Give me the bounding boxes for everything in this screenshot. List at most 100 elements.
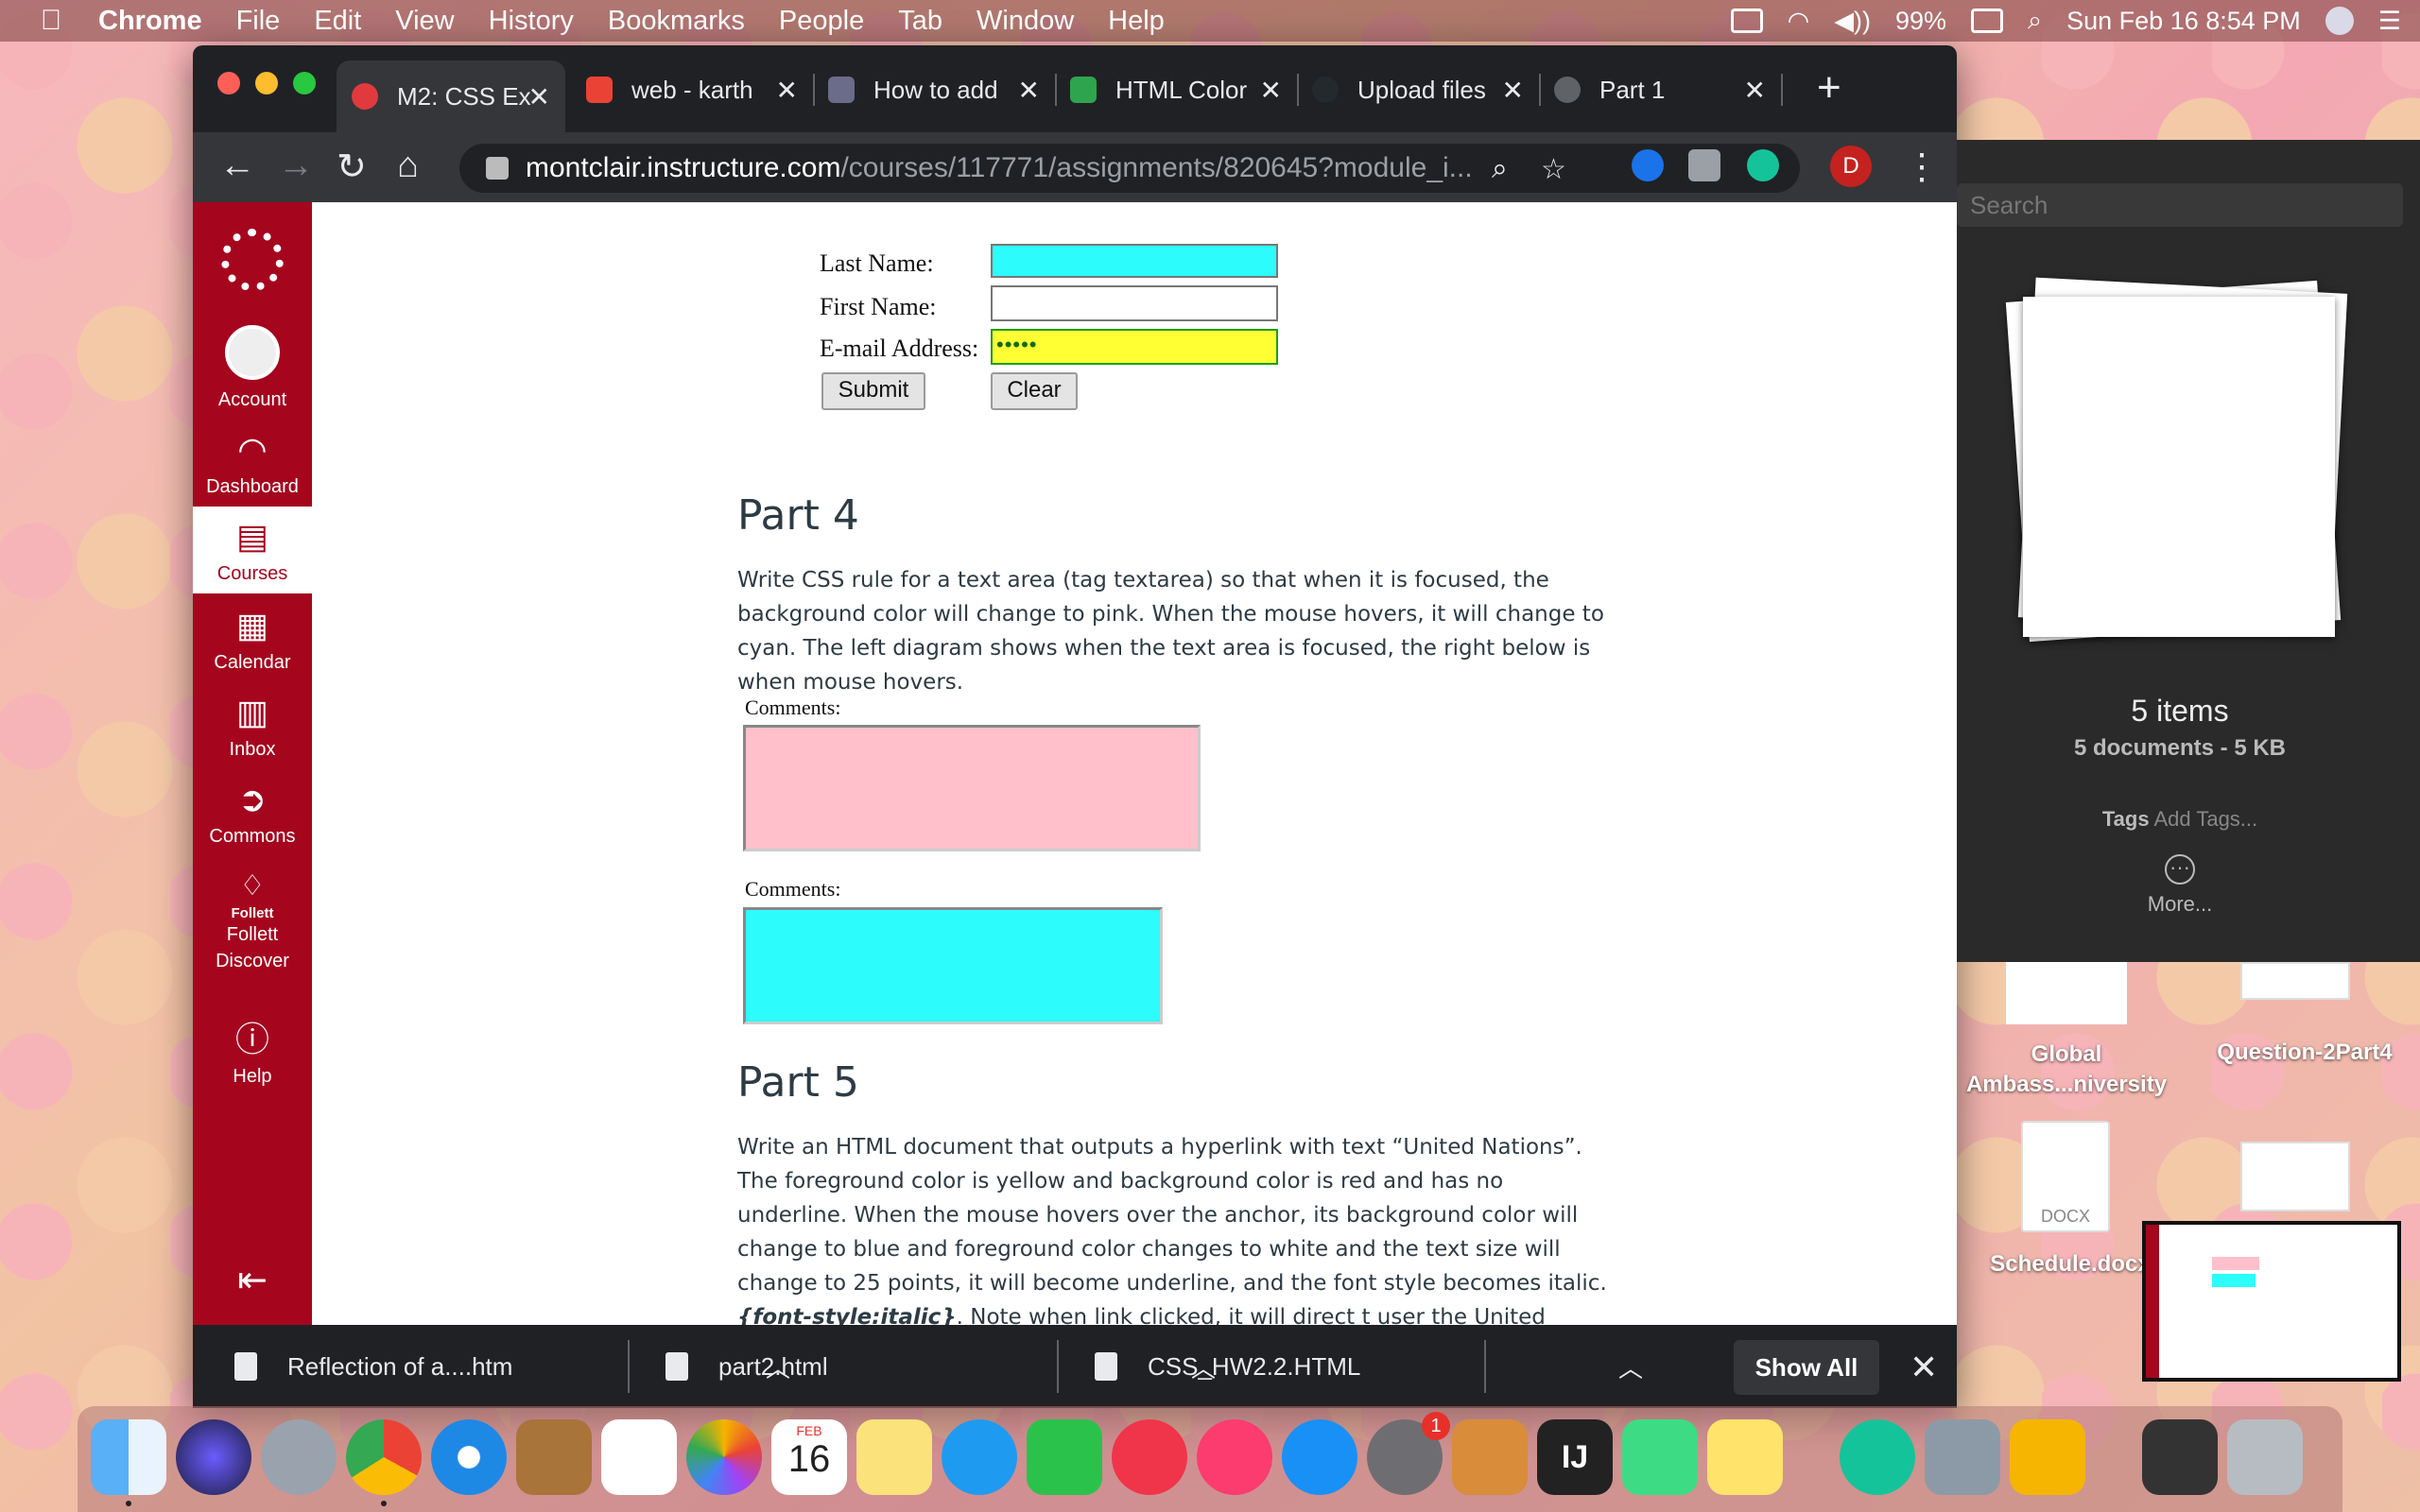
desktop-icon-question-2part4[interactable]: Question-2Part4	[2199, 1040, 2411, 1066]
tab-html-color[interactable]: HTML Color ✕	[1055, 60, 1299, 119]
download-item-css-hw[interactable]: CSS_HW2.2.HTML ︿	[1095, 1325, 1643, 1408]
menu-file[interactable]: File	[236, 6, 281, 37]
finder-search-field[interactable]: Search	[1957, 183, 2403, 227]
nav-account[interactable]: Account	[193, 325, 312, 411]
canvas-logo[interactable]	[193, 229, 312, 291]
close-tab-icon[interactable]: ✕	[776, 75, 798, 106]
finder-icon[interactable]	[91, 1419, 166, 1495]
collapse-nav-button[interactable]: ⇤	[193, 1259, 312, 1301]
siri-icon[interactable]	[176, 1419, 251, 1495]
news-icon[interactable]	[1112, 1419, 1187, 1495]
nav-inbox[interactable]: ▥ Inbox	[193, 694, 312, 761]
music-icon[interactable]	[1197, 1419, 1272, 1495]
menu-bookmarks[interactable]: Bookmarks	[608, 6, 745, 37]
calendar-app-icon[interactable]: FEB 16	[771, 1419, 847, 1495]
tab-m2-css[interactable]: M2: CSS Ex ✕	[337, 60, 565, 132]
spotlight-icon[interactable]: ⌕	[2028, 6, 2042, 36]
nav-help[interactable]: ⓘ Help	[193, 1021, 312, 1088]
siri-icon[interactable]	[2325, 7, 2354, 35]
docx-file-icon[interactable]: DOCX	[2021, 1121, 2110, 1232]
trash-icon[interactable]	[2227, 1419, 2303, 1495]
profile-avatar[interactable]: D	[1830, 146, 1872, 187]
tab-upload-files[interactable]: Upload files ✕	[1297, 60, 1541, 119]
desktop-file-thumbnail[interactable]	[2006, 962, 2127, 1024]
more-button[interactable]: ··· More...	[1957, 854, 2403, 917]
cyberduck-icon[interactable]	[2010, 1419, 2085, 1495]
messages-icon[interactable]	[942, 1419, 1017, 1495]
menu-people[interactable]: People	[779, 6, 864, 37]
nav-commons[interactable]: ➲ Commons	[193, 781, 312, 848]
new-tab-button[interactable]: +	[1817, 64, 1841, 112]
safari-icon[interactable]	[431, 1419, 507, 1495]
nav-dashboard[interactable]: ◠ Dashboard	[193, 431, 312, 498]
screenshot-thumbnail[interactable]	[2142, 1221, 2401, 1382]
chrome-menu-icon[interactable]: ⋮	[1904, 146, 1940, 188]
menu-history[interactable]: History	[489, 6, 574, 37]
close-tab-icon[interactable]: ✕	[1018, 75, 1040, 106]
preview-icon[interactable]	[1925, 1419, 2000, 1495]
close-tab-icon[interactable]: ✕	[528, 81, 550, 112]
android-studio-icon[interactable]	[1622, 1419, 1698, 1495]
facetime-icon[interactable]	[1027, 1419, 1102, 1495]
clock[interactable]: Sun Feb 16 8:54 PM	[2066, 7, 2301, 36]
desktop-icon-schedule[interactable]: Schedule.docx	[1976, 1251, 2165, 1278]
menu-help[interactable]: Help	[1108, 6, 1165, 37]
volume-icon[interactable]: ◀))	[1834, 7, 1871, 36]
close-tab-icon[interactable]: ✕	[1502, 75, 1524, 106]
photos-icon[interactable]	[686, 1419, 762, 1495]
desktop-file-thumbnail[interactable]	[2240, 1142, 2350, 1211]
grammarly-icon[interactable]	[1840, 1419, 1915, 1495]
tags-row[interactable]: Tags Add Tags...	[1957, 807, 2403, 832]
airplay-icon[interactable]	[1730, 9, 1763, 33]
address-bar[interactable]: montclair.instructure.com /courses/11777…	[459, 144, 1800, 193]
launchpad-icon[interactable]	[261, 1419, 337, 1495]
calculator-icon[interactable]	[1452, 1419, 1528, 1495]
tab-how-to-add[interactable]: How to add ✕	[813, 60, 1057, 119]
notes-icon[interactable]	[856, 1419, 932, 1495]
desktop-file-thumbnail[interactable]	[2240, 962, 2350, 1000]
back-button[interactable]: ←	[219, 146, 255, 186]
menu-window[interactable]: Window	[977, 6, 1074, 37]
extension-search-icon[interactable]	[1632, 149, 1664, 181]
add-tags-field[interactable]: Add Tags...	[2153, 807, 2257, 831]
nav-calendar[interactable]: ▦ Calendar	[193, 607, 312, 674]
lock-icon[interactable]	[486, 157, 509, 180]
nav-courses[interactable]: ▤ Courses	[193, 507, 312, 593]
minimize-window-button[interactable]	[255, 72, 278, 94]
stickies-icon[interactable]	[1707, 1419, 1783, 1495]
zoom-icon[interactable]: ⌕	[1492, 153, 1508, 185]
contacts-icon[interactable]	[516, 1419, 592, 1495]
tab-gmail[interactable]: web - karth ✕	[571, 60, 815, 119]
chrome-file-icon	[234, 1352, 257, 1381]
nav-follett-discover[interactable]: ♢ Follett Follett Discover	[193, 868, 312, 974]
download-item-part2[interactable]: part2.html ︿	[666, 1325, 1216, 1408]
tab-part-1[interactable]: Part 1 ✕	[1539, 60, 1783, 119]
menu-view[interactable]: View	[395, 6, 454, 37]
extension-cast-icon[interactable]	[1688, 149, 1720, 181]
app-store-icon[interactable]	[1282, 1419, 1357, 1495]
grammarly-extension-icon[interactable]	[1747, 149, 1779, 181]
forward-button[interactable]: →	[278, 146, 314, 186]
chrome-icon[interactable]	[346, 1419, 422, 1495]
menu-edit[interactable]: Edit	[314, 6, 361, 37]
home-button[interactable]: ⌂	[397, 146, 419, 186]
downloads-stack-icon[interactable]	[2142, 1419, 2218, 1495]
desktop-icon-global-ambassador[interactable]: Global Ambass...niversity	[1961, 1040, 2172, 1100]
notification-center-icon[interactable]: ☰	[2378, 7, 2401, 36]
intellij-icon[interactable]: IJ	[1537, 1419, 1613, 1495]
wifi-icon[interactable]: ◠	[1788, 7, 1810, 36]
reminders-icon[interactable]	[601, 1419, 677, 1495]
close-tab-icon[interactable]: ✕	[1260, 75, 1282, 106]
menu-tab[interactable]: Tab	[898, 6, 942, 37]
apple-icon[interactable]: 	[25, 5, 78, 37]
bookmark-star-icon[interactable]: ☆	[1541, 153, 1566, 186]
close-window-button[interactable]	[217, 72, 240, 94]
chevron-up-icon[interactable]: ︿	[1618, 1349, 1643, 1384]
battery-icon[interactable]	[1971, 9, 2003, 33]
close-download-shelf-icon[interactable]: ✕	[1910, 1348, 1938, 1387]
menu-chrome[interactable]: Chrome	[98, 6, 202, 37]
show-all-downloads-button[interactable]: Show All	[1734, 1340, 1879, 1395]
close-tab-icon[interactable]: ✕	[1744, 75, 1766, 106]
zoom-window-button[interactable]	[293, 72, 316, 94]
reload-button[interactable]: ↻	[337, 146, 367, 188]
